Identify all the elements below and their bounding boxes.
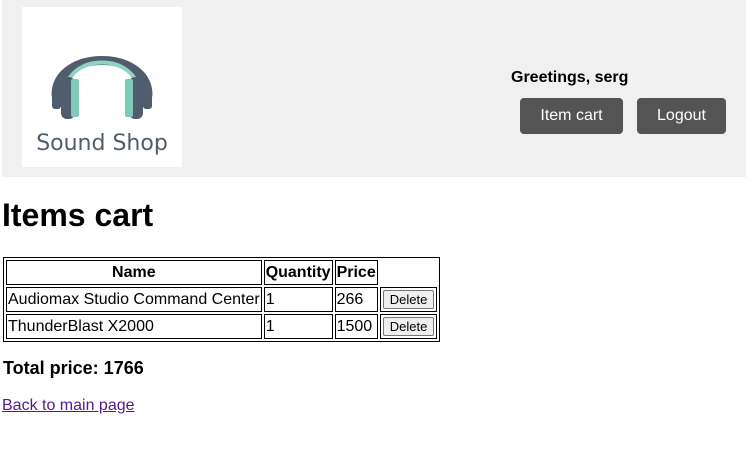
- cell-quantity: 1: [263, 287, 333, 312]
- table-row: Audiomax Studio Command Center 1 266 Del…: [6, 287, 438, 312]
- item-cart-button[interactable]: Item cart: [520, 98, 623, 134]
- cell-price: 1500: [334, 314, 378, 339]
- column-header-action: [380, 260, 438, 285]
- cell-quantity: 1: [263, 314, 333, 339]
- column-header-quantity: Quantity: [263, 260, 333, 285]
- logo-text: Sound Shop: [36, 131, 168, 156]
- delete-button[interactable]: Delete: [382, 290, 435, 309]
- logout-button[interactable]: Logout: [637, 98, 726, 134]
- logo[interactable]: Sound Shop: [22, 7, 182, 167]
- cell-name: ThunderBlast X2000: [6, 314, 262, 339]
- page-title: Items cart: [2, 197, 154, 233]
- table-header-row: Name Quantity Price: [6, 260, 437, 285]
- back-to-main-link[interactable]: Back to main page: [2, 397, 135, 415]
- greeting-text: Greetings, serg: [511, 69, 629, 86]
- delete-button[interactable]: Delete: [382, 317, 435, 336]
- table-row: ThunderBlast X2000 1 1500 Delete: [6, 314, 438, 339]
- total-price: Total price: 1766: [3, 358, 144, 378]
- header: Sound Shop Greetings, serg Item cart Log…: [2, 0, 746, 177]
- column-header-name: Name: [6, 260, 262, 285]
- cell-action: Delete: [379, 287, 438, 312]
- cell-name: Audiomax Studio Command Center: [6, 287, 262, 312]
- cart-table: Name Quantity Price Audiomax Studio Comm…: [3, 257, 441, 342]
- cell-action: Delete: [379, 314, 438, 339]
- cell-price: 266: [334, 287, 378, 312]
- column-header-price: Price: [334, 260, 378, 285]
